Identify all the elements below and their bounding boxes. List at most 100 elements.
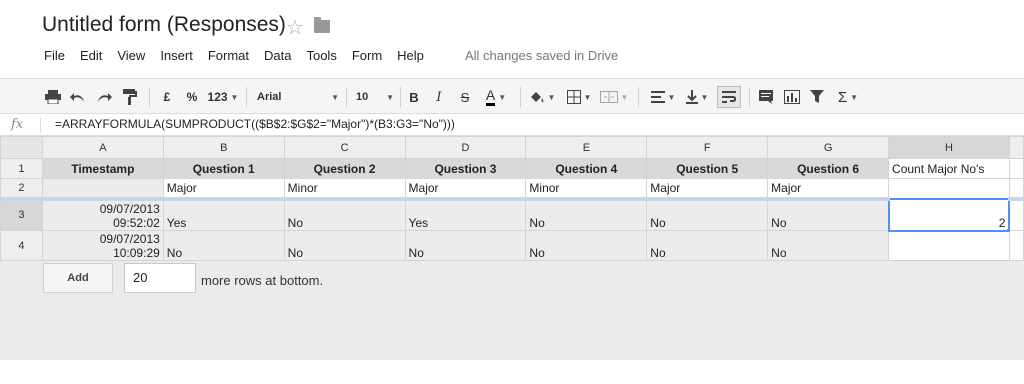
cell-f4[interactable]: No [646,230,769,261]
column-header-g[interactable]: G [767,136,890,159]
menu-form[interactable]: Form [352,48,382,66]
font-select-value: Arial [257,91,282,103]
redo-icon[interactable] [95,87,113,107]
cell-h3-active[interactable]: 2 [887,197,1011,232]
cell-c2[interactable]: Minor [283,178,406,199]
column-header-e[interactable]: E [525,136,648,159]
currency-button[interactable]: £ [160,87,174,107]
cell-h2[interactable] [888,178,1010,199]
column-header-h[interactable]: H [888,136,1010,159]
cell-h1[interactable]: Count Major No's [888,158,1010,179]
print-icon[interactable] [44,87,62,107]
cell-b4[interactable]: No [162,230,285,261]
cell-d3[interactable]: Yes [404,196,527,231]
menu-file[interactable]: File [44,48,65,66]
text-color-button[interactable]: A ▼ [481,87,511,107]
column-header-f[interactable]: F [646,136,769,159]
row-header-4[interactable]: 4 [0,230,43,261]
table-row: 2 Major Minor Major Minor Major Major [0,178,1024,199]
row-header-3[interactable]: 3 [0,196,43,231]
undo-icon[interactable] [69,87,87,107]
cell-h4[interactable] [888,230,1010,261]
cell-c4[interactable]: No [283,230,406,261]
borders-button[interactable]: ▼ [564,87,594,107]
cell-e1[interactable]: Question 4 [525,158,648,179]
vertical-align-button[interactable]: ▼ [682,87,712,107]
merge-cells-button[interactable]: ▼ [598,87,630,107]
cell-a1[interactable]: Timestamp [41,158,164,179]
rows-count-input[interactable]: 20 [124,263,196,293]
add-rows-button[interactable]: Add [43,263,113,293]
fill-color-button[interactable]: ▼ [527,87,557,107]
cell-f3[interactable]: No [646,196,769,231]
cell-e3[interactable]: No [525,196,648,231]
column-header-d[interactable]: D [404,136,527,159]
number-format-label: 123 [207,90,228,104]
menu-insert[interactable]: Insert [160,48,193,66]
cell-g2[interactable]: Major [767,178,890,199]
cell-b2[interactable]: Major [162,178,285,199]
chevron-down-icon: ▼ [620,92,629,102]
cell-g3[interactable]: No [767,196,890,231]
menu-view[interactable]: View [117,48,145,66]
column-header-extra[interactable] [1008,136,1024,159]
sigma-icon: Σ [837,88,848,106]
timestamp-time: 09:52:02 [113,216,160,230]
functions-button[interactable]: Σ ▼ [833,87,863,107]
cell-c3[interactable]: No [283,196,406,231]
cell-a3[interactable]: 09/07/2013 09:52:02 [41,196,164,231]
document-title[interactable]: Untitled form (Responses) [42,13,286,37]
menu-tools[interactable]: Tools [306,48,336,66]
cell-g1[interactable]: Question 6 [767,158,890,179]
cell-c1[interactable]: Question 2 [283,158,406,179]
paint-bucket-icon [530,92,543,103]
vertical-align-icon [685,90,698,104]
chevron-down-icon: ▼ [850,92,859,102]
formula-input[interactable]: =ARRAYFORMULA(SUMPRODUCT(($B$2:$G$2="Maj… [55,117,455,131]
menu-format[interactable]: Format [208,48,249,66]
chevron-down-icon: ▼ [230,92,239,102]
paint-format-icon[interactable] [121,87,139,107]
star-icon[interactable]: ☆ [286,15,304,40]
cell-a2[interactable] [41,178,164,199]
table-row: 1 Timestamp Question 1 Question 2 Questi… [0,158,1024,179]
wrap-text-button[interactable] [717,86,741,108]
number-format-button[interactable]: 123 ▼ [207,87,239,107]
row-header-1[interactable]: 1 [0,158,43,179]
percent-button[interactable]: % [185,87,199,107]
column-header-a[interactable]: A [41,136,164,159]
chevron-down-icon: ▼ [386,92,394,102]
chart-icon[interactable] [783,87,801,107]
align-button[interactable]: ▼ [648,87,678,107]
comment-icon[interactable] [757,87,775,107]
filter-icon[interactable] [808,87,826,107]
cell-d4[interactable]: No [404,230,527,261]
cell-e4[interactable]: No [525,230,648,261]
cell-f1[interactable]: Question 5 [646,158,769,179]
cell-f2[interactable]: Major [646,178,769,199]
font-select[interactable]: Arial ▼ [257,87,339,107]
select-all-corner[interactable] [0,136,43,159]
cell-e2[interactable]: Minor [525,178,648,199]
cell-d2[interactable]: Major [404,178,527,199]
cell-d1[interactable]: Question 3 [404,158,527,179]
cell-b3[interactable]: Yes [162,196,285,231]
row-header-2[interactable]: 2 [0,178,43,199]
bold-button[interactable]: B [407,87,421,107]
menu-edit[interactable]: Edit [80,48,102,66]
italic-button[interactable]: I [432,87,446,107]
cell-g4[interactable]: No [767,230,890,261]
chevron-down-icon: ▼ [667,92,676,102]
folder-icon[interactable] [314,17,330,33]
cell-a4[interactable]: 09/07/2013 10:09:29 [41,230,164,261]
strikethrough-button[interactable]: S [458,87,472,107]
column-header-b[interactable]: B [162,136,285,159]
menu-data[interactable]: Data [264,48,291,66]
borders-icon [566,90,581,104]
cell-b1[interactable]: Question 1 [162,158,285,179]
menu-help[interactable]: Help [397,48,424,66]
fill-handle[interactable] [1006,227,1008,229]
column-header-c[interactable]: C [283,136,406,159]
font-size-select[interactable]: 10 ▼ [356,87,394,107]
chevron-down-icon: ▼ [547,92,556,102]
